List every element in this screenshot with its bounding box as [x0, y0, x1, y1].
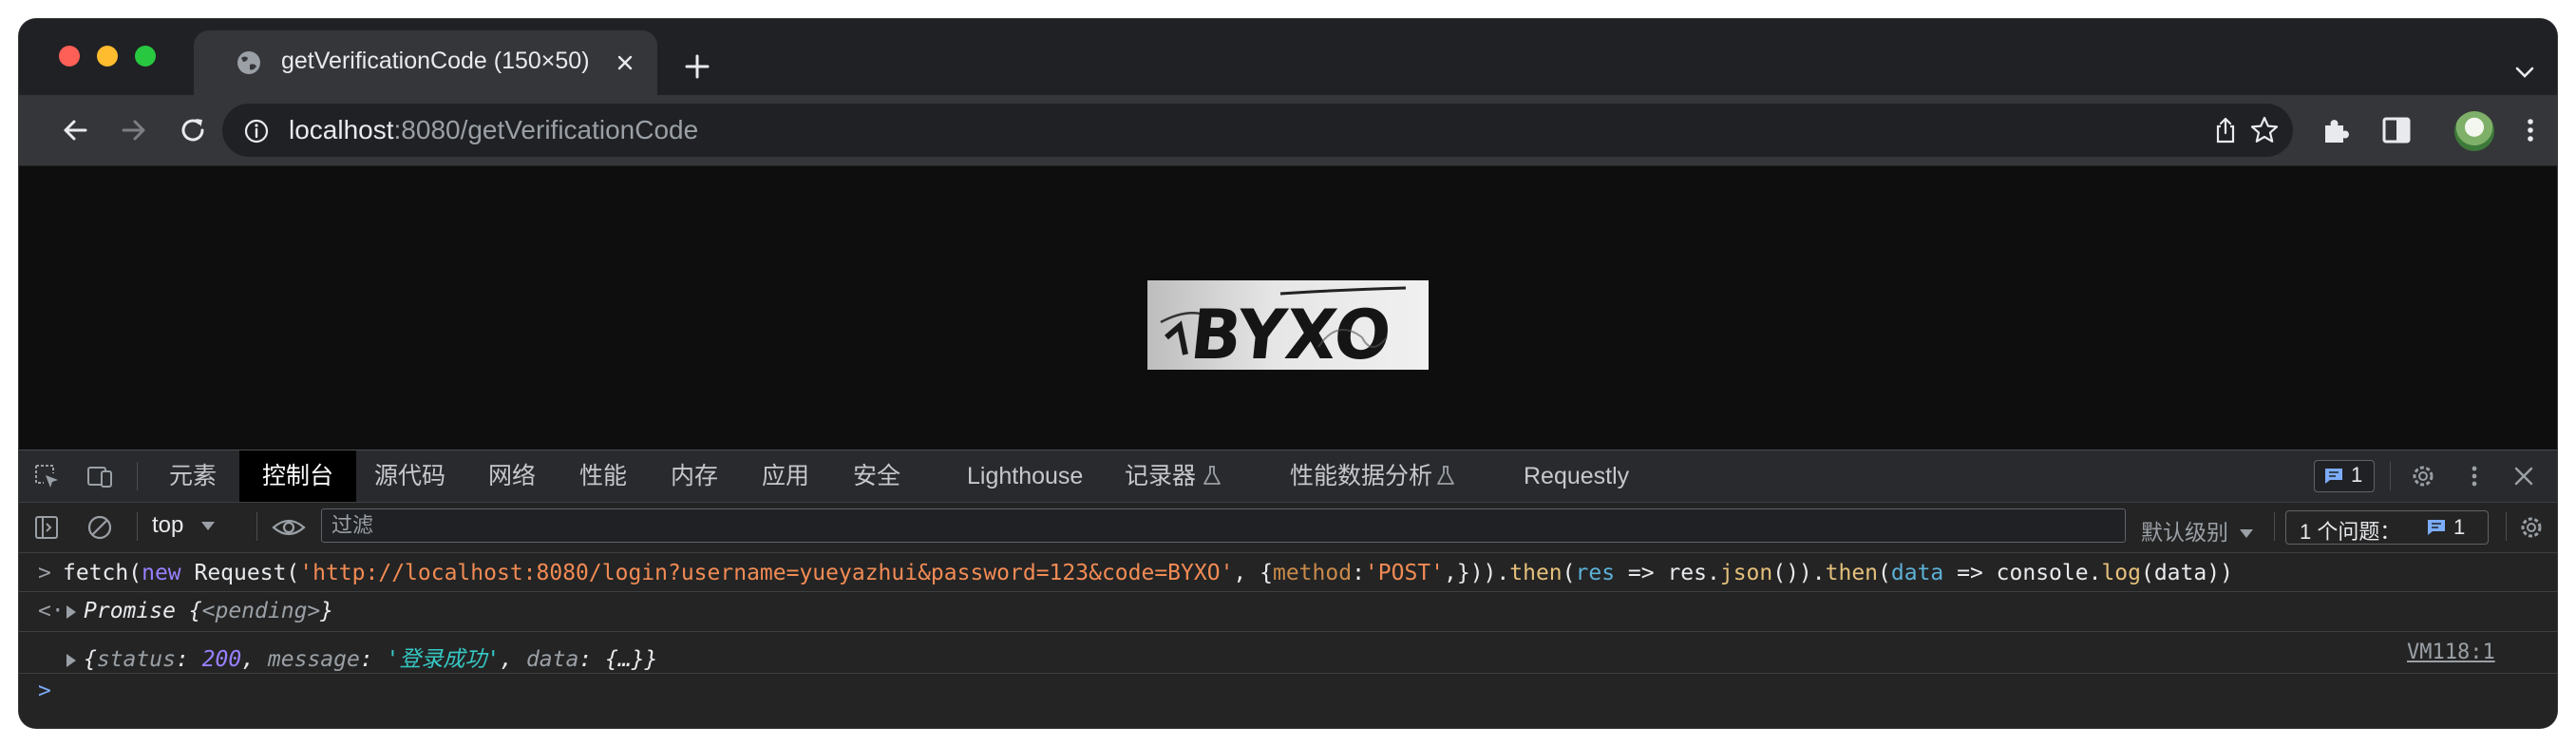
log-levels-dropdown[interactable]: 默认级别: [2141, 514, 2254, 546]
log-levels-label: 默认级别: [2141, 520, 2228, 545]
globe-icon: [237, 51, 260, 74]
message-icon: [2428, 520, 2445, 535]
toolbar-divider: [2274, 512, 2275, 541]
bookmark-star-icon[interactable]: [2249, 115, 2280, 145]
result-object[interactable]: {status: 200, message: '登录成功', data: {…}…: [66, 641, 657, 673]
back-arrow-icon[interactable]: [59, 114, 91, 146]
close-icon[interactable]: [2511, 464, 2536, 488]
tab-network[interactable]: 网络: [488, 450, 536, 502]
context-selector[interactable]: top: [152, 512, 216, 539]
address-bar[interactable]: localhost:8080/getVerificationCode: [222, 104, 2293, 157]
chevron-down-icon[interactable]: [2511, 59, 2538, 86]
browser-toolbar: localhost:8080/getVerificationCode: [19, 95, 2557, 166]
new-tab-icon[interactable]: [682, 51, 712, 82]
flask-icon: [1203, 466, 1221, 485]
row-divider: [19, 631, 2557, 632]
reload-icon[interactable]: [177, 114, 209, 146]
close-tab-icon[interactable]: [612, 49, 638, 76]
info-icon[interactable]: [243, 118, 270, 144]
message-icon: [2325, 469, 2342, 484]
url-text: localhost:8080/getVerificationCode: [289, 115, 698, 145]
chevron-right-icon: >: [38, 679, 51, 703]
side-panel-icon[interactable]: [2380, 114, 2413, 146]
tab-sources[interactable]: 源代码: [374, 450, 445, 502]
captcha-image: BYXO: [1147, 280, 1429, 370]
browser-window: getVerificationCode (150×50) localhost:8…: [19, 19, 2557, 728]
profile-avatar[interactable]: [2454, 111, 2494, 151]
row-divider: [19, 673, 2557, 674]
console-settings-gear-icon[interactable]: [2517, 513, 2546, 542]
row-divider: [19, 591, 2557, 592]
issues-label: 1 个问题：: [2300, 520, 2401, 544]
devtools-panel: 元素 控制台 源代码 网络 性能 内存 应用 安全 Lighthouse 记录器…: [19, 450, 2557, 728]
tab-strip: getVerificationCode (150×50): [19, 19, 2557, 95]
dropdown-arrow-icon: [201, 522, 216, 531]
issues-counter-button[interactable]: 1 个问题： 1: [2285, 510, 2489, 545]
tab-security[interactable]: 安全: [853, 450, 900, 502]
issues-badge-count: 1: [2351, 463, 2363, 487]
tab-performance[interactable]: 性能: [579, 450, 627, 502]
tab-divider: [137, 462, 138, 490]
tab-recorder[interactable]: 记录器: [1125, 450, 1196, 502]
devtools-tab-bar: 元素 控制台 源代码 网络 性能 内存 应用 安全 Lighthouse 记录器…: [19, 450, 2557, 503]
inspect-element-icon[interactable]: [32, 462, 61, 490]
eye-icon[interactable]: [272, 513, 306, 542]
toolbar-divider: [2506, 512, 2507, 541]
dropdown-arrow-icon: [2240, 529, 2254, 539]
clear-console-icon[interactable]: [85, 513, 114, 542]
issues-count: 1: [2453, 515, 2466, 539]
settings-gear-icon[interactable]: [2409, 462, 2437, 490]
url-host: localhost: [289, 115, 394, 144]
forward-arrow-icon[interactable]: [118, 114, 150, 146]
expand-triangle-icon[interactable]: [66, 653, 76, 667]
tab-console[interactable]: 控制台: [239, 450, 357, 502]
chevron-right-icon: >: [38, 561, 51, 585]
minimize-window-button[interactable]: [97, 46, 118, 67]
tab-application[interactable]: 应用: [762, 450, 809, 502]
toolbar-divider: [256, 512, 257, 541]
browser-tab-active[interactable]: getVerificationCode (150×50): [194, 30, 657, 95]
extensions-puzzle-icon[interactable]: [2320, 114, 2352, 146]
return-arrow-icon: <·: [38, 599, 65, 623]
toolbar-divider: [137, 512, 138, 541]
url-path: :8080/getVerificationCode: [393, 115, 699, 144]
kebab-menu-icon[interactable]: [2521, 114, 2540, 146]
page-viewport: BYXO: [19, 166, 2557, 450]
share-icon[interactable]: [2211, 116, 2240, 144]
source-location-link[interactable]: VM118:1: [2407, 641, 2495, 664]
maximize-window-button[interactable]: [135, 46, 156, 67]
flask-icon: [1437, 466, 1454, 485]
captcha-text: BYXO: [1186, 296, 1394, 370]
console-filter-input[interactable]: [321, 508, 2126, 543]
promise-value[interactable]: Promise {<pending>}: [66, 599, 333, 623]
close-window-button[interactable]: [59, 46, 80, 67]
tab-requestly[interactable]: Requestly: [1524, 450, 1629, 502]
console-input-code: fetch(new Request('http://localhost:8080…: [63, 561, 2233, 585]
expand-triangle-icon[interactable]: [66, 604, 76, 619]
console-output: > fetch(new Request('http://localhost:80…: [19, 553, 2557, 728]
device-toolbar-icon[interactable]: [85, 462, 114, 490]
issues-badge[interactable]: 1: [2314, 460, 2375, 492]
tab-memory[interactable]: 内存: [671, 450, 718, 502]
tab-lighthouse[interactable]: Lighthouse: [967, 450, 1083, 502]
tab-title: getVerificationCode (150×50): [281, 48, 590, 74]
tab-performance-insights[interactable]: 性能数据分析: [1290, 450, 1432, 502]
kebab-menu-icon[interactable]: [2468, 462, 2481, 490]
console-filter-bar: top 默认级别 1 个问题： 1: [19, 503, 2557, 553]
tab-divider: [2390, 462, 2391, 490]
sidebar-toggle-icon[interactable]: [32, 513, 61, 542]
context-value: top: [152, 512, 184, 538]
tab-elements[interactable]: 元素: [169, 450, 217, 502]
